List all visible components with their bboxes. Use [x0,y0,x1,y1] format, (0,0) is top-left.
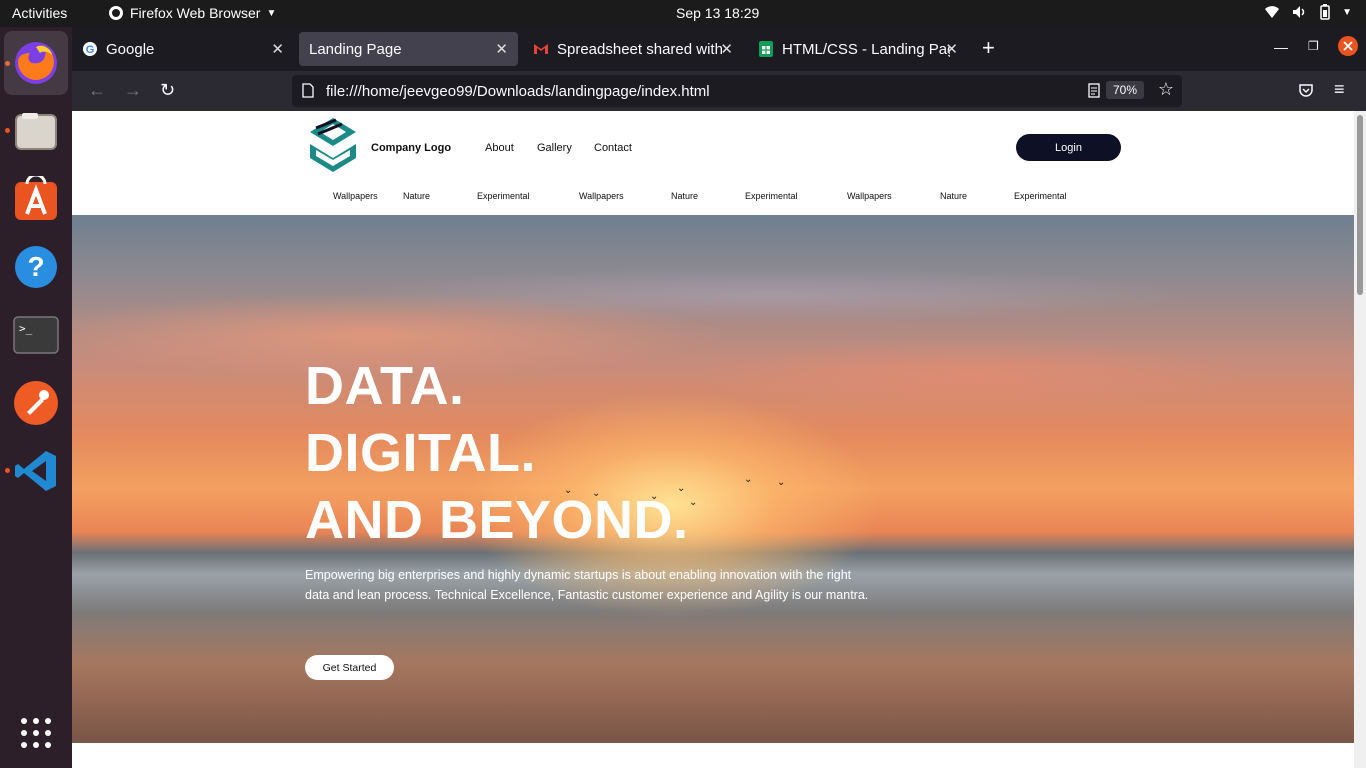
subnav-link-experimental[interactable]: Experimental [1014,191,1067,201]
google-icon: G [82,41,98,57]
subnav-link-wallpapers[interactable]: Wallpapers [847,191,892,201]
close-icon [1338,36,1358,56]
tab-title: Landing Page [309,40,402,58]
reload-button[interactable]: ↻ [160,80,175,101]
forward-button[interactable]: → [124,80,142,101]
pocket-icon[interactable] [1298,83,1314,99]
close-icon[interactable]: ✕ [271,40,284,58]
files-icon [15,113,57,150]
software-store-icon [15,176,57,220]
close-icon[interactable]: ✕ [495,40,508,58]
zoom-indicator[interactable]: 70% [1105,81,1144,99]
dock-postman[interactable] [4,371,68,435]
window-close-button[interactable] [1338,36,1358,59]
tab-gmail[interactable]: Spreadsheet shared with ✕ [523,32,743,66]
firefox-small-icon [109,6,123,20]
dock-firefox[interactable] [4,31,68,95]
app-menu[interactable]: Firefox Web Browser ▼ [108,5,276,21]
nav-contact-link[interactable]: Contact [594,142,632,154]
vscode-icon [15,451,56,491]
web-page: Company Logo About Gallery Contact Login… [72,111,1354,768]
subnav-link-wallpapers[interactable]: Wallpapers [579,191,624,201]
hero-description: Empowering big enterprises and highly dy… [305,568,869,602]
subnav-link-nature[interactable]: Nature [940,191,967,201]
tab-landing-page[interactable]: Landing Page ✕ [299,32,518,66]
volume-icon [1293,6,1305,18]
dock: ? >_ [0,27,72,768]
subnav-link-nature[interactable]: Nature [671,191,698,201]
dock-vscode[interactable] [4,439,68,503]
get-started-button[interactable]: Get Started [305,655,394,680]
url-bar[interactable]: file:///home/jeevgeo99/Downloads/landing… [292,75,1182,107]
hero-background-sunset [72,215,1354,743]
minimize-icon[interactable]: — [1274,39,1288,55]
svg-text:?: ? [27,251,44,282]
system-top-bar: Activities Firefox Web Browser ▼ Sep 13 … [0,0,1366,27]
svg-text:>_: >_ [19,322,33,335]
battery-icon [1320,4,1330,20]
gmail-icon [533,41,549,57]
sheets-icon [758,41,774,57]
close-icon[interactable]: ✕ [720,40,733,58]
postman-icon [14,381,58,425]
clock[interactable]: Sep 13 18:29 [676,5,759,21]
hero-headline: DATA. DIGITAL. AND BEYOND. [305,353,689,554]
hero-headline-line: DATA. [305,356,465,416]
menu-hamburger-icon[interactable]: ≡ [1334,79,1345,100]
svg-text:G: G [86,44,95,56]
bird-icon: ⌄ [777,477,786,488]
terminal-icon: >_ [13,316,59,354]
file-icon [302,83,314,98]
app-menu-label: Firefox Web Browser [130,5,261,21]
hero-headline-line: DIGITAL. [305,423,536,483]
company-logo-icon[interactable] [306,118,360,178]
hero-section: ⌄ ⌄ ⌄ ⌄ ⌄ ⌄ ⌄ DATA. DIGITAL. AND BEYOND.… [72,215,1354,743]
tab-strip: G Google ✕ Landing Page ✕ Spreadsheet sh… [72,27,1366,71]
dock-files[interactable] [4,99,68,163]
chevron-down-icon: ▼ [266,7,277,19]
dock-help[interactable]: ? [4,235,68,299]
bookmark-star-icon[interactable]: ☆ [1158,79,1174,100]
chevron-down-icon: ▼ [1342,6,1352,18]
bird-icon: ⌄ [744,474,753,485]
subnav-link-wallpapers[interactable]: Wallpapers [333,191,378,201]
new-tab-button[interactable]: + [982,37,995,59]
dock-software[interactable] [4,167,68,231]
dock-terminal[interactable]: >_ [4,303,68,367]
site-header: Company Logo About Gallery Contact Login… [72,111,1354,215]
back-button[interactable]: ← [88,80,106,101]
tab-google[interactable]: G Google ✕ [72,32,294,66]
tab-title: Spreadsheet shared with [557,40,722,58]
nav-gallery-link[interactable]: Gallery [537,142,572,154]
subnav-link-experimental[interactable]: Experimental [477,191,530,201]
app-grid-icon [21,718,51,748]
company-logo-text[interactable]: Company Logo [371,142,451,154]
url-text: file:///home/jeevgeo99/Downloads/landing… [326,83,710,100]
dock-show-apps[interactable] [4,701,68,765]
scrollbar-thumb[interactable] [1357,115,1363,295]
firefox-icon [15,42,57,84]
help-icon: ? [15,246,57,288]
page-scrollbar[interactable] [1354,111,1366,768]
subnav-link-experimental[interactable]: Experimental [745,191,798,201]
navigation-toolbar: ← → ↻ file:///home/jeevgeo99/Downloads/l… [72,71,1366,111]
wifi-icon [1265,6,1280,18]
hero-headline-line: AND BEYOND. [305,490,689,550]
tab-title: Google [106,40,155,58]
nav-about-link[interactable]: About [485,142,514,154]
maximize-icon[interactable]: ❐ [1308,39,1319,53]
login-button[interactable]: Login [1016,134,1121,161]
system-tray[interactable]: ▼ [1264,4,1352,20]
activities-button[interactable]: Activities [12,5,67,21]
reader-view-icon[interactable] [1088,83,1100,98]
subnav-link-nature[interactable]: Nature [403,191,430,201]
close-icon[interactable]: ✕ [945,40,958,58]
bird-icon: ⌄ [689,497,698,508]
tab-sheets[interactable]: HTML/CSS - Landing Page ✕ [748,32,968,66]
tab-title: HTML/CSS - Landing Page [782,40,950,58]
